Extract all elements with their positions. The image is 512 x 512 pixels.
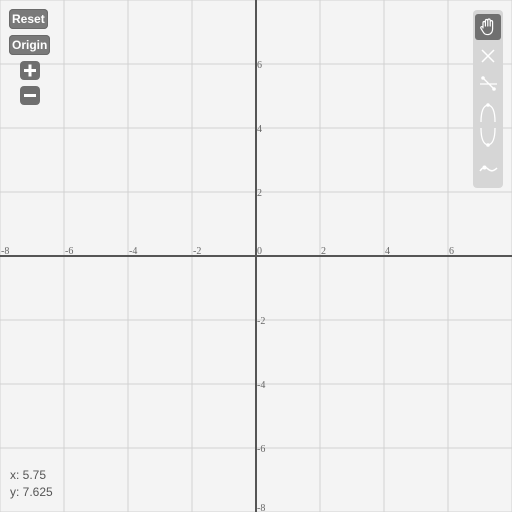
wave-icon <box>479 165 498 172</box>
arc-down-icon <box>480 127 496 147</box>
x-tick-label: 0 <box>257 246 262 257</box>
parabola-down-tool[interactable] <box>475 126 501 152</box>
hand-icon <box>480 18 494 36</box>
y-tick-label: -4 <box>257 380 265 391</box>
plus-icon <box>24 64 36 77</box>
axes <box>0 0 512 512</box>
x-tick-label: 2 <box>321 246 326 257</box>
y-tick-label: -8 <box>257 503 265 512</box>
y-tick-label: 6 <box>257 60 262 71</box>
graph-canvas[interactable]: -8 -6 -4 -2 0 2 4 6 6 4 2 -2 -4 -6 -8 <box>0 0 512 512</box>
y-tick-label: -2 <box>257 316 265 327</box>
line-tool[interactable] <box>475 43 501 69</box>
lines-crossing-icon <box>481 49 495 63</box>
minus-icon <box>24 94 36 97</box>
reset-button[interactable]: Reset <box>9 9 48 29</box>
cut-tool[interactable] <box>475 70 501 96</box>
x-tick-label: 6 <box>449 246 454 257</box>
cursor-x-readout: x: 5.75 <box>10 468 47 482</box>
x-tick-label: -4 <box>129 246 137 257</box>
x-tick-label: -2 <box>193 246 201 257</box>
zoom-in-button[interactable] <box>20 61 40 80</box>
curve-tool[interactable] <box>475 156 501 182</box>
scissors-icon <box>480 76 497 91</box>
x-tick-label: 4 <box>385 246 390 257</box>
y-tick-label: 2 <box>257 188 262 199</box>
cursor-y-readout: y: 7.625 <box>10 485 53 499</box>
graph-app: -8 -6 -4 -2 0 2 4 6 6 4 2 -2 -4 -6 -8 Reset Origin <box>0 0 512 512</box>
x-tick-label: -6 <box>65 246 73 257</box>
pan-tool[interactable] <box>475 14 501 40</box>
arc-up-icon <box>480 103 496 123</box>
origin-button[interactable]: Origin <box>9 35 51 55</box>
zoom-out-button[interactable] <box>20 86 40 105</box>
x-tick-label: -8 <box>1 246 9 257</box>
y-tick-label: -6 <box>257 444 265 455</box>
cursor-coordinates: x: 5.75 y: 7.625 <box>10 467 53 501</box>
y-tick-label: 4 <box>257 124 262 135</box>
tool-palette <box>473 10 503 188</box>
parabola-up-tool[interactable] <box>475 98 501 124</box>
